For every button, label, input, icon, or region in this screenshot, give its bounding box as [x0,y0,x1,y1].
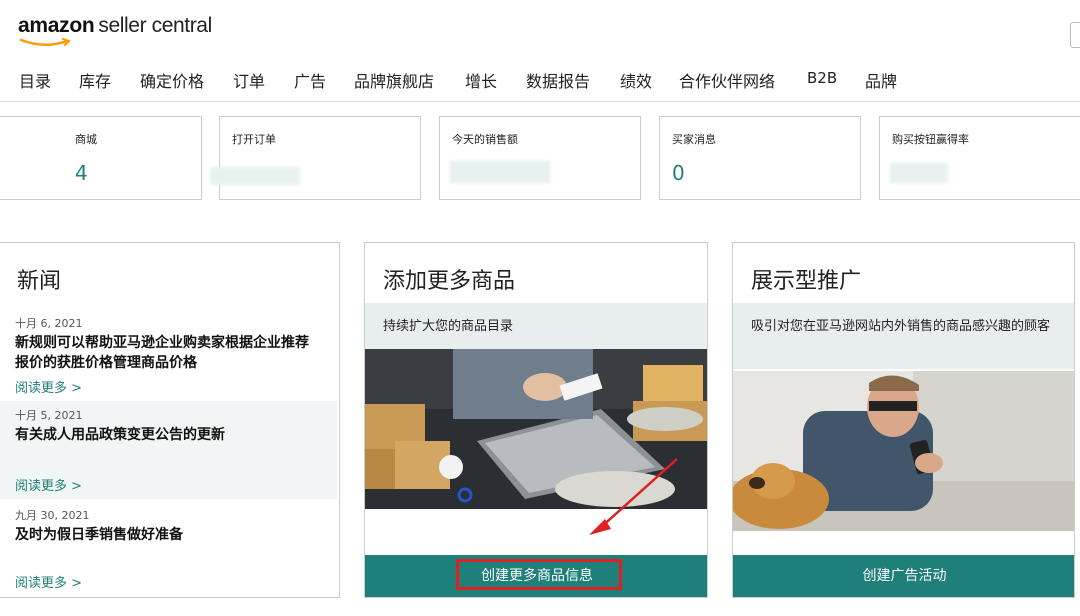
annotation-highlight-box [456,559,622,590]
nav-item-catalog[interactable]: 目录 [19,68,51,92]
display-ads-subtitle: 吸引对您在亚马逊网站内外销售的商品感兴趣的顾客 [733,303,1074,369]
news-title: 新闻 [17,269,62,294]
nav-item-brands[interactable]: 品牌 [865,68,897,92]
metric-value: 0 [672,161,685,185]
metric-card-marketplace[interactable]: 商城 4 [0,116,202,200]
nav-item-performance[interactable]: 绩效 [620,68,652,92]
nav-item-partner-network[interactable]: 合作伙伴网络 [679,68,775,92]
metric-label: 打开订单 [232,133,276,146]
add-products-widget: 添加更多商品 持续扩大您的商品目录 创建更多商品信息 [364,242,708,598]
read-more-link[interactable]: 阅读更多 > [15,475,82,494]
metric-card-buy-box-rate[interactable]: 购买按钮赢得率 [879,116,1080,200]
nav-item-b2b[interactable]: B2B [807,69,837,87]
add-products-subtitle: 持续扩大您的商品目录 [365,303,707,349]
display-ads-widget: 展示型推广 吸引对您在亚马逊网站内外销售的商品感兴趣的顾客 创建广告活动 [732,242,1075,598]
create-campaign-button[interactable]: 创建广告活动 [733,555,1074,597]
news-headline[interactable]: 有关成人用品政策变更公告的更新 [15,425,321,445]
redacted-value [450,161,550,183]
news-headline[interactable]: 及时为假日季销售做好准备 [15,525,321,545]
annotation-arrow-icon [589,458,678,535]
metric-card-buyer-messages[interactable]: 买家消息 0 [659,116,861,200]
nav-item-reports[interactable]: 数据报告 [526,68,590,92]
nav-item-inventory[interactable]: 库存 [79,68,111,92]
nav-item-orders[interactable]: 订单 [233,68,265,92]
nav-item-advertising[interactable]: 广告 [294,68,326,92]
add-products-title: 添加更多商品 [383,269,516,294]
metric-card-todays-sales[interactable]: 今天的销售额 [439,116,641,200]
news-date: 十月 5, 2021 [15,409,83,422]
amazon-seller-central-logo[interactable]: amazon seller central [18,14,212,48]
display-ads-title: 展示型推广 [751,269,862,294]
news-widget: 新闻 十月 6, 2021 新规则可以帮助亚马逊企业购卖家根据企业推荐报价的获胜… [0,242,340,598]
metric-label: 买家消息 [672,133,716,146]
redacted-value [890,163,948,183]
nav-item-brand-store[interactable]: 品牌旗舰店 [354,68,434,92]
news-date: 十月 6, 2021 [15,317,83,330]
nav-item-growth[interactable]: 增长 [465,68,497,92]
metric-label: 今天的销售额 [452,133,518,146]
logo-amazon-text: amazon [18,14,95,37]
read-more-link[interactable]: 阅读更多 > [15,572,82,591]
nav-item-pricing[interactable]: 确定价格 [140,68,204,92]
metric-card-open-orders[interactable]: 打开订单 [210,116,421,200]
amazon-smile-icon [19,38,71,46]
redacted-value [210,167,300,185]
metric-label: 购买按钮赢得率 [892,133,969,146]
man-with-phone-and-dog-photo [733,371,1074,531]
news-date: 九月 30, 2021 [15,509,90,522]
logo-seller-central-text: seller central [98,14,212,37]
main-nav: 目录 库存 确定价格 订单 广告 品牌旗舰店 增长 数据报告 绩效 合作伙伴网络… [0,60,1080,102]
header-action-button[interactable] [1070,22,1080,48]
metric-label: 商城 [75,133,97,146]
read-more-link[interactable]: 阅读更多 > [15,377,82,396]
metric-value: 4 [75,161,88,185]
news-headline[interactable]: 新规则可以帮助亚马逊企业购卖家根据企业推荐报价的获胜价格管理商品价格 [15,333,321,373]
